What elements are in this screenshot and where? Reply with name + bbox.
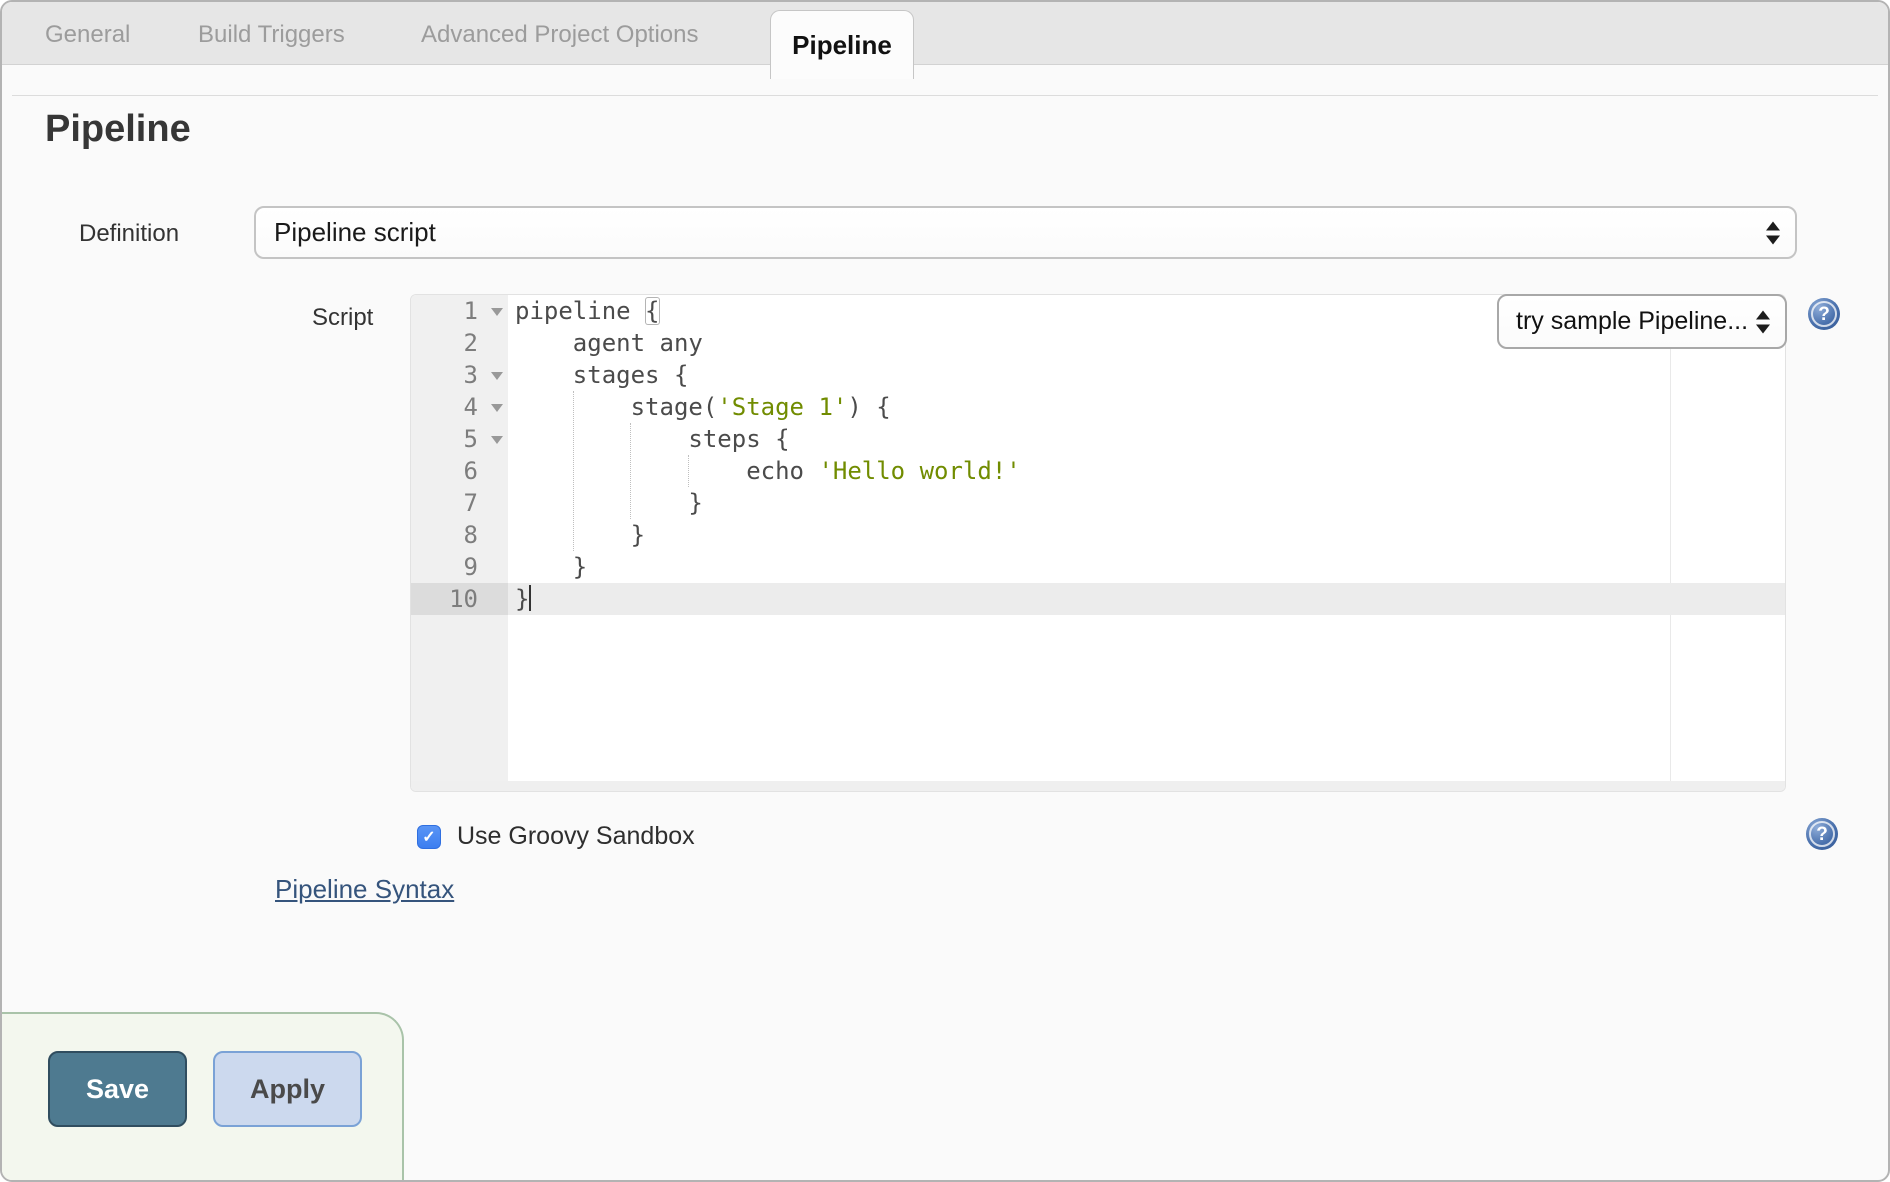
text-cursor — [529, 585, 531, 611]
line-number: 6 — [411, 455, 508, 487]
code-line-3[interactable]: 3 stages { — [411, 359, 1785, 391]
pipeline-syntax-link[interactable]: Pipeline Syntax — [275, 874, 454, 905]
script-editor[interactable]: 1pipeline {2 agent any3 stages {4 stage(… — [410, 294, 1786, 792]
jenkins-project-config-window: General Build Triggers Advanced Project … — [0, 0, 1890, 1182]
line-number: 5 — [411, 423, 508, 455]
tab-bar: General Build Triggers Advanced Project … — [2, 2, 1888, 65]
code-text: } — [508, 519, 1785, 551]
code-line-4[interactable]: 4 stage('Stage 1') { — [411, 391, 1785, 423]
definition-select-value: Pipeline script — [274, 217, 436, 248]
fold-arrow-icon[interactable] — [491, 372, 503, 380]
fold-arrow-icon[interactable] — [491, 436, 503, 444]
sample-pipeline-select[interactable]: try sample Pipeline... — [1497, 294, 1787, 349]
tab-advanced-project-options[interactable]: Advanced Project Options — [421, 21, 699, 49]
code-line-8[interactable]: 8 } — [411, 519, 1785, 551]
save-panel: Save Apply — [0, 1012, 404, 1182]
code-line-9[interactable]: 9 } — [411, 551, 1785, 583]
tab-pipeline-label: Pipeline — [792, 30, 892, 61]
check-icon: ✓ — [422, 827, 435, 847]
code-text: steps { — [508, 423, 1785, 455]
select-arrows-icon — [1756, 310, 1770, 333]
code-line-5[interactable]: 5 steps { — [411, 423, 1785, 455]
line-number: 10 — [411, 583, 508, 615]
line-number: 9 — [411, 551, 508, 583]
code-text: stages { — [508, 359, 1785, 391]
code-text: } — [508, 487, 1785, 519]
tab-general[interactable]: General — [45, 21, 130, 49]
line-number: 4 — [411, 391, 508, 423]
help-icon[interactable]: ? — [1808, 298, 1840, 330]
groovy-sandbox-label: Use Groovy Sandbox — [457, 822, 695, 851]
line-number: 8 — [411, 519, 508, 551]
page-title: Pipeline — [45, 108, 191, 151]
script-label: Script — [312, 304, 373, 332]
apply-button[interactable]: Apply — [213, 1051, 362, 1127]
select-arrows-icon — [1766, 221, 1780, 244]
divider — [12, 95, 1878, 96]
tab-pipeline[interactable]: Pipeline — [770, 10, 914, 79]
code-line-7[interactable]: 7 } — [411, 487, 1785, 519]
fold-arrow-icon[interactable] — [491, 404, 503, 412]
definition-label: Definition — [79, 220, 179, 248]
line-number: 3 — [411, 359, 508, 391]
code-line-10[interactable]: 10} — [411, 583, 1785, 615]
editor-scrollbar-track — [411, 781, 1785, 791]
help-icon[interactable]: ? — [1806, 818, 1838, 850]
code-line-6[interactable]: 6 echo 'Hello world!' — [411, 455, 1785, 487]
code-text: } — [508, 583, 1785, 615]
line-number: 2 — [411, 327, 508, 359]
sample-pipeline-select-value: try sample Pipeline... — [1516, 307, 1748, 336]
fold-arrow-icon[interactable] — [491, 308, 503, 316]
code-text: stage('Stage 1') { — [508, 391, 1785, 423]
groovy-sandbox-checkbox[interactable]: ✓ — [417, 825, 441, 849]
line-number: 1 — [411, 295, 508, 327]
code-text: } — [508, 551, 1785, 583]
line-number: 7 — [411, 487, 508, 519]
save-button[interactable]: Save — [48, 1051, 187, 1127]
tab-build-triggers[interactable]: Build Triggers — [198, 21, 345, 49]
definition-select[interactable]: Pipeline script — [254, 206, 1797, 259]
code-text: echo 'Hello world!' — [508, 455, 1785, 487]
